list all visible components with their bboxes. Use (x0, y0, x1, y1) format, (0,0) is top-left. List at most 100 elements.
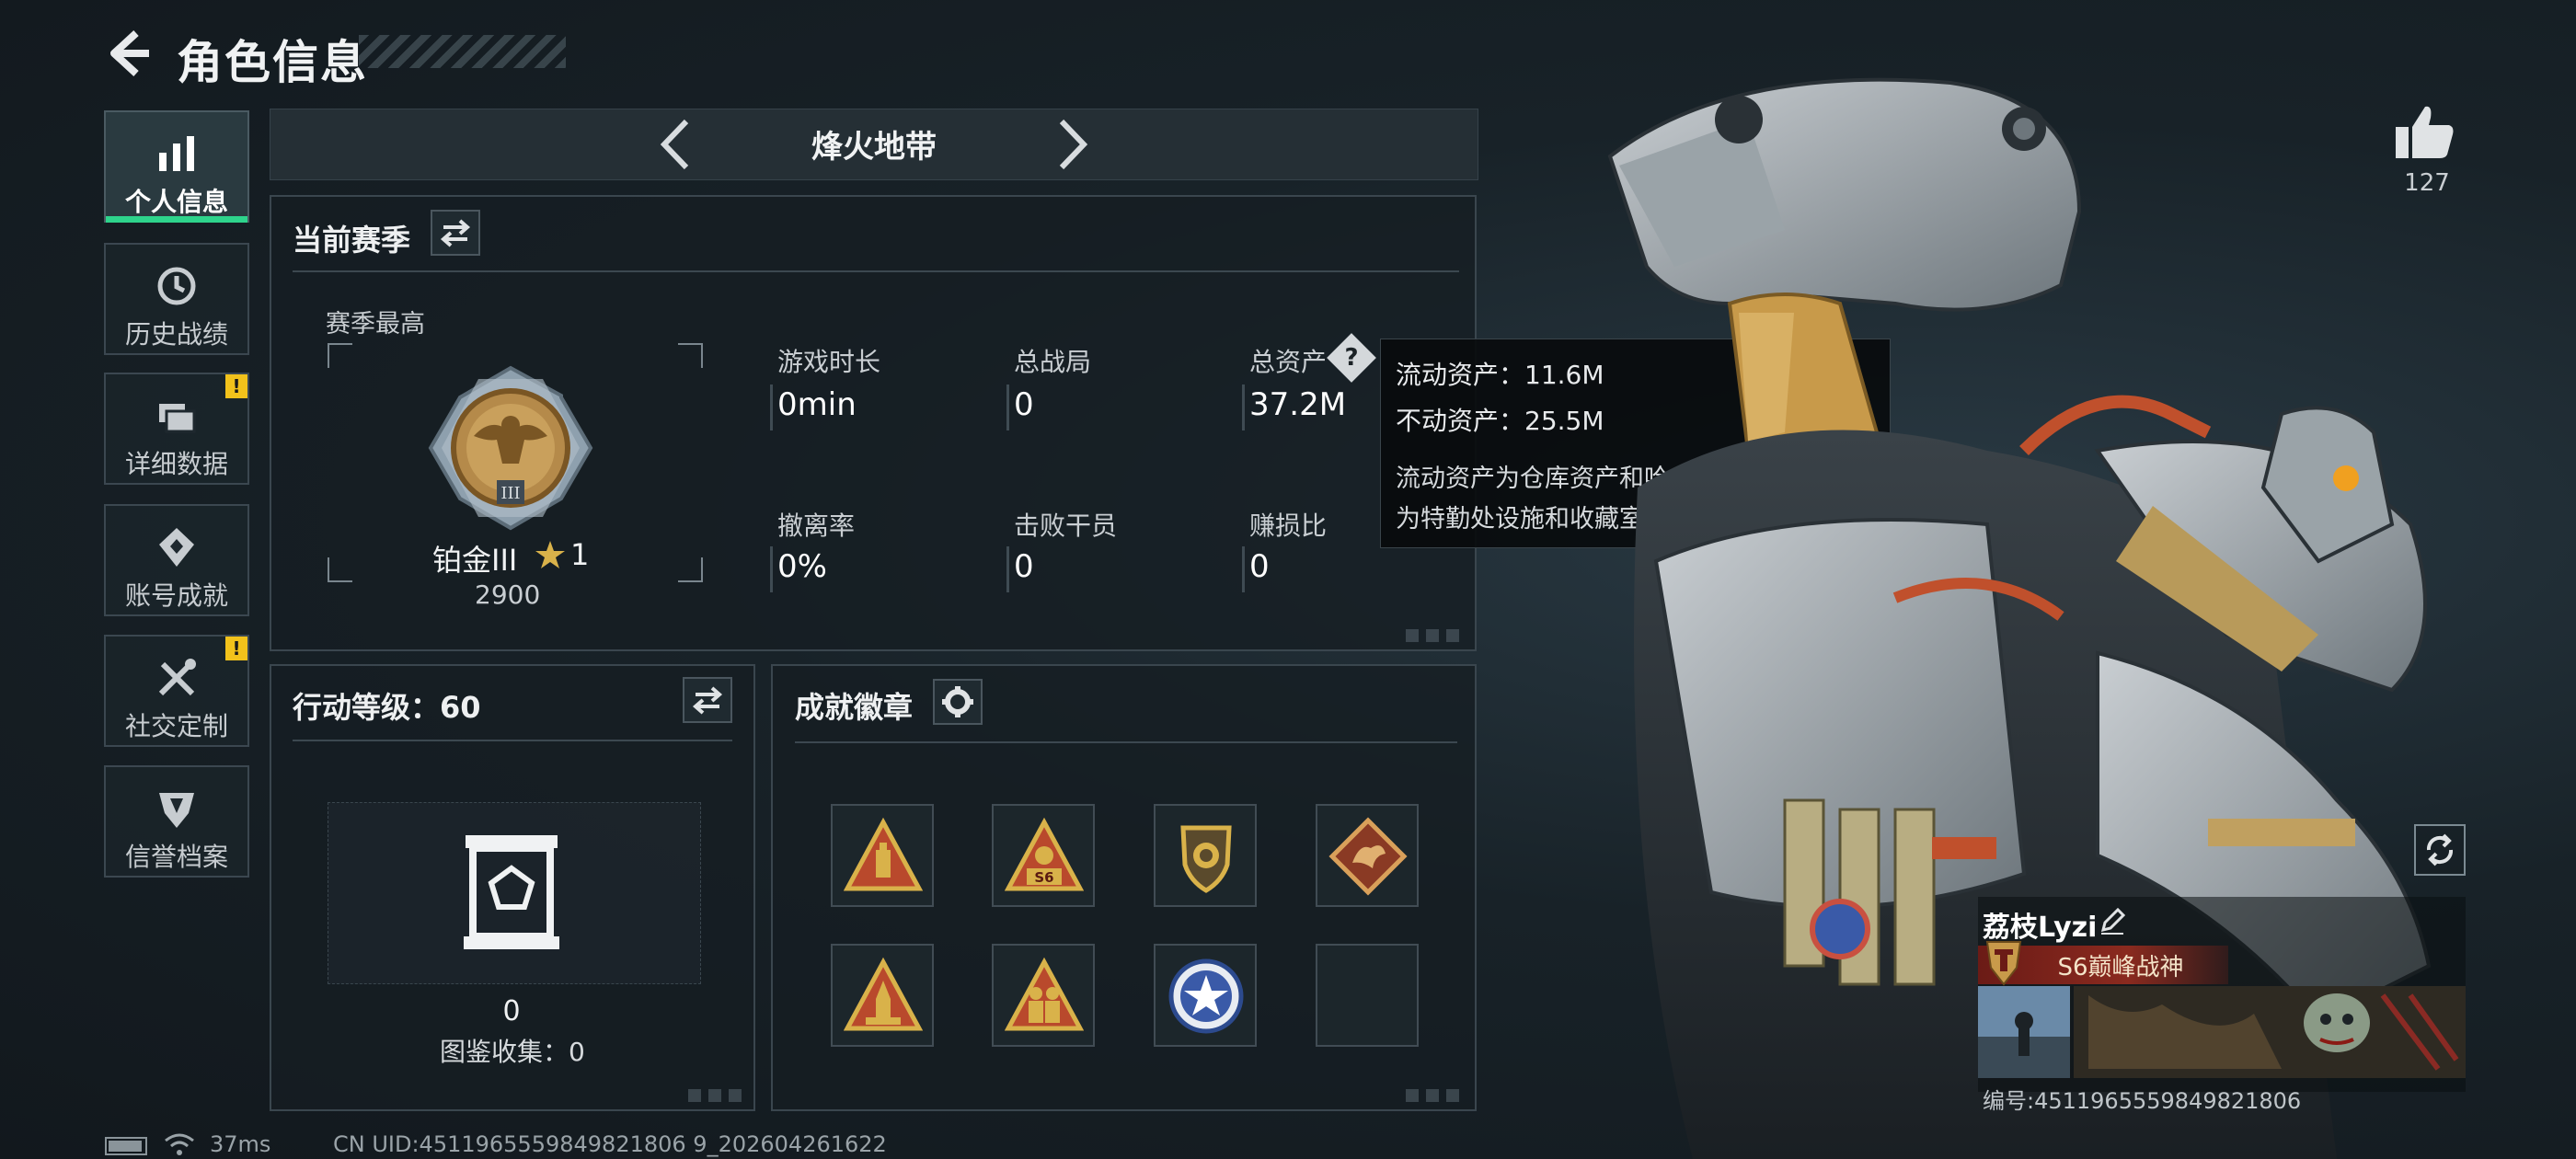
stat-label: 击败干员 (1014, 511, 1118, 541)
stat-value: 0% (777, 548, 827, 585)
stat-divider (1006, 384, 1009, 430)
stat-divider (1006, 546, 1009, 592)
achievement-icon (159, 528, 194, 567)
triangle-rocket-badge-icon (844, 957, 923, 1031)
chevron-right-icon[interactable] (1049, 116, 1095, 173)
sidebar-item-reputation[interactable]: 信誉档案 (104, 765, 249, 878)
ping-value: 37ms (210, 1131, 271, 1157)
season-switch-button[interactable] (431, 210, 480, 256)
level-title: 行动等级：60 (293, 690, 481, 725)
pencil-icon[interactable] (2098, 906, 2127, 935)
sidebar-item-profile[interactable]: 个人信息 (104, 110, 249, 223)
badge-slot[interactable] (1154, 944, 1257, 1047)
title-decoration (359, 35, 566, 68)
sidebar-item-details[interactable]: 详细数据 ! (104, 373, 249, 485)
stat-value: 0 (1014, 386, 1034, 423)
star-icon (535, 541, 565, 568)
stat-divider (770, 546, 773, 592)
sidebar-item-label: 历史战绩 (124, 319, 228, 350)
badge-slot[interactable] (992, 944, 1095, 1047)
triangle-soldiers-badge-icon (1005, 957, 1084, 1031)
season-best-label: 赛季最高 (326, 310, 425, 339)
divider (293, 270, 1459, 272)
stat-label: 总资产 (1249, 347, 1328, 377)
season-title: 当前赛季 (293, 223, 411, 258)
corner-decoration (1406, 1089, 1461, 1102)
corner-decoration (688, 1089, 743, 1102)
sidebar-item-social[interactable]: 社交定制 ! (104, 635, 249, 747)
sidebar-item-label: 个人信息 (124, 187, 228, 217)
sidebar-item-label: 账号成就 (124, 580, 228, 611)
swap-icon (440, 219, 471, 247)
dragon-diamond-badge-icon (1328, 817, 1408, 896)
history-icon (157, 267, 196, 305)
uid-text: CN UID:4511965559849821806 9_20260426162… (333, 1131, 887, 1157)
stat-value: 0 (1014, 548, 1034, 585)
achievements-settings-button[interactable] (933, 679, 983, 725)
badge-slot[interactable] (1316, 804, 1419, 907)
chevron-left-icon[interactable] (653, 116, 699, 173)
page-title: 角色信息 (177, 36, 368, 89)
badge-slot[interactable] (831, 944, 934, 1047)
svg-text:III: III (500, 484, 520, 503)
gear-icon (942, 686, 973, 717)
stat-value: 0 (1249, 548, 1270, 585)
player-name: 荔枝Lyzi (1983, 912, 2098, 944)
stat-divider (770, 384, 773, 430)
rank-stars: 1 (570, 537, 590, 572)
stat-divider (1242, 384, 1245, 430)
player-title: S6巅峰战神 (2057, 954, 2184, 981)
collection-count: 0 (502, 995, 521, 1027)
rank-emblem-icon: III (428, 365, 593, 531)
stat-value: 37.2M (1249, 386, 1347, 423)
like-count: 127 (2404, 169, 2450, 197)
battery-icon (105, 1137, 147, 1155)
stat-label: 总战局 (1014, 347, 1092, 377)
divider (293, 740, 732, 741)
alert-badge: ! (225, 637, 247, 660)
mode-title: 烽火地带 (811, 129, 937, 166)
refresh-button[interactable] (2414, 824, 2466, 876)
player-id: 编号:4511965559849821806 (1983, 1088, 2302, 1114)
collection-case-icon (464, 835, 559, 949)
help-mark: ? (1344, 344, 1359, 372)
corner-decoration (1406, 629, 1461, 642)
tools-icon (158, 659, 196, 696)
showcase-cards (1978, 986, 2466, 1078)
sidebar-item-label: 详细数据 (124, 449, 228, 479)
empty-badge-slot[interactable] (1316, 944, 1419, 1047)
badge-slot[interactable]: S6 (992, 804, 1095, 907)
sidebar-item-label: 社交定制 (124, 711, 228, 741)
collection-label: 图鉴收集：0 (440, 1037, 585, 1067)
stat-divider (1242, 546, 1245, 592)
wifi-icon (165, 1133, 194, 1155)
folders-icon (159, 404, 196, 433)
s6-text: S6 (1034, 869, 1053, 886)
refresh-icon (2426, 833, 2454, 866)
stat-label: 赚损比 (1249, 511, 1328, 541)
stat-value: 0min (777, 386, 857, 423)
alert-badge: ! (225, 374, 247, 398)
stat-label: 撤离率 (777, 511, 856, 541)
triangle-bottle-badge-icon (844, 817, 923, 891)
shield-lion-badge-icon (1180, 825, 1232, 893)
thumbs-up-icon[interactable] (2392, 101, 2456, 162)
sidebar-item-achievements[interactable]: 账号成就 (104, 504, 249, 616)
badge-slot[interactable] (831, 804, 934, 907)
back-arrow-icon[interactable] (101, 26, 156, 81)
triangle-s6-badge-icon: S6 (1005, 817, 1084, 891)
stat-label: 游戏时长 (777, 347, 881, 377)
level-switch-button[interactable] (683, 677, 732, 723)
sidebar-item-label: 信誉档案 (124, 842, 228, 872)
rank-points: 2900 (475, 580, 541, 610)
sidebar-item-history[interactable]: 历史战绩 (104, 243, 249, 355)
swap-icon (692, 686, 723, 715)
divider (795, 741, 1457, 743)
shield-icon (159, 793, 194, 828)
badge-slot[interactable] (1154, 804, 1257, 907)
title-emblem-icon (1985, 941, 2022, 986)
bar-chart-icon (159, 136, 194, 171)
rank-name: 铂金III (432, 543, 518, 578)
achievements-title: 成就徽章 (795, 690, 914, 725)
star-medal-badge-icon (1168, 958, 1244, 1034)
